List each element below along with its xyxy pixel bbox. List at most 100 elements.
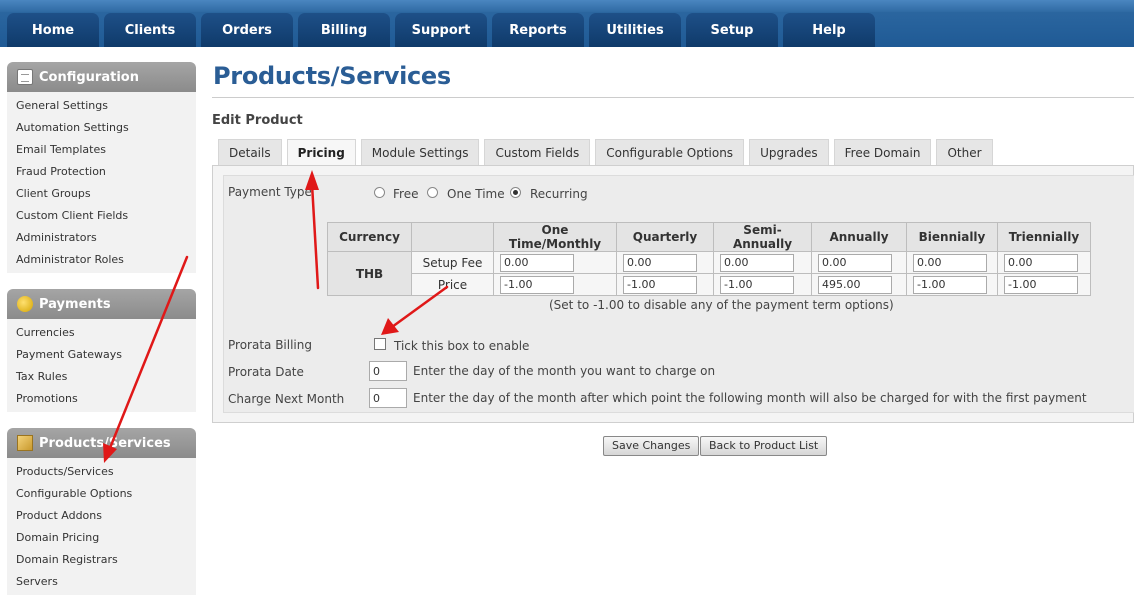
- setup-fee-semi-annually-input[interactable]: [720, 253, 794, 272]
- setup-fee-annually-input[interactable]: [818, 253, 892, 272]
- radio-free[interactable]: [374, 187, 385, 198]
- price-triennially-input[interactable]: [1004, 275, 1078, 294]
- products-title: Products/Services: [39, 435, 171, 451]
- setup-fee-cell: [811, 251, 907, 274]
- setup-fee-cell: [997, 251, 1091, 274]
- setup-fee-cell: [906, 251, 998, 274]
- configuration-list: General Settings Automation Settings Ema…: [7, 92, 196, 273]
- tab-details[interactable]: Details: [218, 139, 282, 165]
- products-header: Products/Services: [7, 428, 196, 458]
- nav-tab-clients[interactable]: Clients: [104, 13, 196, 47]
- payment-type-label: Payment Type: [228, 185, 312, 199]
- tab-upgrades[interactable]: Upgrades: [749, 139, 829, 165]
- payments-header: Payments: [7, 289, 196, 319]
- sidebar-item-promotions[interactable]: Promotions: [16, 388, 196, 410]
- sidebar-item-client-groups[interactable]: Client Groups: [16, 183, 196, 205]
- sidebar-item-automation-settings[interactable]: Automation Settings: [16, 117, 196, 139]
- prorata-billing-checkbox[interactable]: [374, 338, 386, 350]
- configuration-box: Configuration General Settings Automatio…: [7, 62, 196, 273]
- nav-tab-home[interactable]: Home: [7, 13, 99, 47]
- setup-fee-cell: [713, 251, 812, 274]
- setup-fee-triennially-input[interactable]: [1004, 253, 1078, 272]
- radio-recurring-label: Recurring: [530, 187, 588, 201]
- coins-icon: [17, 296, 33, 312]
- price-annually-input[interactable]: [818, 275, 892, 294]
- price-cell: [997, 273, 1091, 296]
- sidebar-item-configurable-options[interactable]: Configurable Options: [16, 483, 196, 505]
- prorata-date-help: Enter the day of the month you want to c…: [413, 364, 716, 378]
- currency-cell: THB: [327, 251, 412, 296]
- payments-title: Payments: [39, 296, 111, 312]
- col-header-biennially: Biennially: [906, 222, 998, 252]
- package-icon: [17, 435, 33, 451]
- radio-recurring[interactable]: [510, 187, 521, 198]
- sidebar-item-servers[interactable]: Servers: [16, 571, 196, 593]
- sidebar-item-general-settings[interactable]: General Settings: [16, 95, 196, 117]
- setup-fee-monthly-input[interactable]: [500, 253, 574, 272]
- price-monthly-input[interactable]: [500, 275, 574, 294]
- radio-one-time[interactable]: [427, 187, 438, 198]
- price-semi-annually-input[interactable]: [720, 275, 794, 294]
- back-to-list-button[interactable]: Back to Product List: [700, 436, 828, 456]
- setup-fee-biennially-input[interactable]: [913, 253, 987, 272]
- top-navigation-bar: Home Clients Orders Billing Support Repo…: [0, 0, 1134, 47]
- sidebar-item-payment-gateways[interactable]: Payment Gateways: [16, 344, 196, 366]
- section-subtitle: Edit Product: [212, 113, 303, 128]
- currency-header: Currency: [327, 222, 412, 252]
- sidebar-item-tax-rules[interactable]: Tax Rules: [16, 366, 196, 388]
- sidebar-item-fraud-protection[interactable]: Fraud Protection: [16, 161, 196, 183]
- charge-next-month-help: Enter the day of the month after which p…: [413, 391, 1087, 405]
- sidebar-item-domain-pricing[interactable]: Domain Pricing: [16, 527, 196, 549]
- pricing-table: Currency One Time/Monthly Quarterly Semi…: [327, 222, 1091, 296]
- nav-tab-support[interactable]: Support: [395, 13, 487, 47]
- top-stripe: [0, 0, 1134, 12]
- price-cell: [906, 273, 998, 296]
- nav-tab-help[interactable]: Help: [783, 13, 875, 47]
- setup-fee-cell: [493, 251, 617, 274]
- radio-free-label: Free: [393, 187, 419, 201]
- tab-pricing[interactable]: Pricing: [286, 139, 356, 165]
- price-cell: [493, 273, 617, 296]
- row-label-header: [411, 222, 494, 252]
- nav-tab-orders[interactable]: Orders: [201, 13, 293, 47]
- payments-list: Currencies Payment Gateways Tax Rules Pr…: [7, 319, 196, 412]
- nav-tab-reports[interactable]: Reports: [492, 13, 584, 47]
- configuration-header: Configuration: [7, 62, 196, 92]
- document-icon: [17, 69, 33, 85]
- price-quarterly-input[interactable]: [623, 275, 697, 294]
- prorata-checkbox-text: Tick this box to enable: [394, 339, 530, 353]
- sidebar-item-email-templates[interactable]: Email Templates: [16, 139, 196, 161]
- col-header-monthly: One Time/Monthly: [493, 222, 617, 252]
- price-cell: [713, 273, 812, 296]
- nav-tab-utilities[interactable]: Utilities: [589, 13, 681, 47]
- product-tabs: Details Pricing Module Settings Custom F…: [218, 139, 993, 165]
- tab-custom-fields[interactable]: Custom Fields: [484, 139, 591, 165]
- setup-fee-quarterly-input[interactable]: [623, 253, 697, 272]
- tab-free-domain[interactable]: Free Domain: [833, 139, 932, 165]
- tab-configurable-options[interactable]: Configurable Options: [595, 139, 745, 165]
- price-cell: [616, 273, 714, 296]
- setup-fee-row: THB Setup Fee: [327, 251, 1091, 296]
- nav-tab-billing[interactable]: Billing: [298, 13, 390, 47]
- charge-next-month-input[interactable]: [369, 388, 407, 408]
- col-header-semi-annually: Semi-Annually: [713, 222, 812, 252]
- setup-fee-label: Setup Fee: [411, 251, 494, 274]
- save-changes-button[interactable]: Save Changes: [603, 436, 700, 456]
- sidebar-item-products-services[interactable]: Products/Services: [16, 461, 196, 483]
- sidebar-item-administrators[interactable]: Administrators: [16, 227, 196, 249]
- page-title: Products/Services: [213, 62, 451, 90]
- tab-module-settings[interactable]: Module Settings: [360, 139, 480, 165]
- charge-next-month-label: Charge Next Month: [228, 392, 345, 406]
- sidebar-item-currencies[interactable]: Currencies: [16, 322, 196, 344]
- sidebar-item-custom-client-fields[interactable]: Custom Client Fields: [16, 205, 196, 227]
- price-cell: [811, 273, 907, 296]
- prorata-date-input[interactable]: [369, 361, 407, 381]
- sidebar-item-administrator-roles[interactable]: Administrator Roles: [16, 249, 196, 271]
- pricing-note: (Set to -1.00 to disable any of the paym…: [549, 298, 894, 312]
- tab-other[interactable]: Other: [936, 139, 993, 165]
- price-biennially-input[interactable]: [913, 275, 987, 294]
- sidebar-item-product-addons[interactable]: Product Addons: [16, 505, 196, 527]
- title-divider: [212, 97, 1134, 98]
- sidebar-item-domain-registrars[interactable]: Domain Registrars: [16, 549, 196, 571]
- nav-tab-setup[interactable]: Setup: [686, 13, 778, 47]
